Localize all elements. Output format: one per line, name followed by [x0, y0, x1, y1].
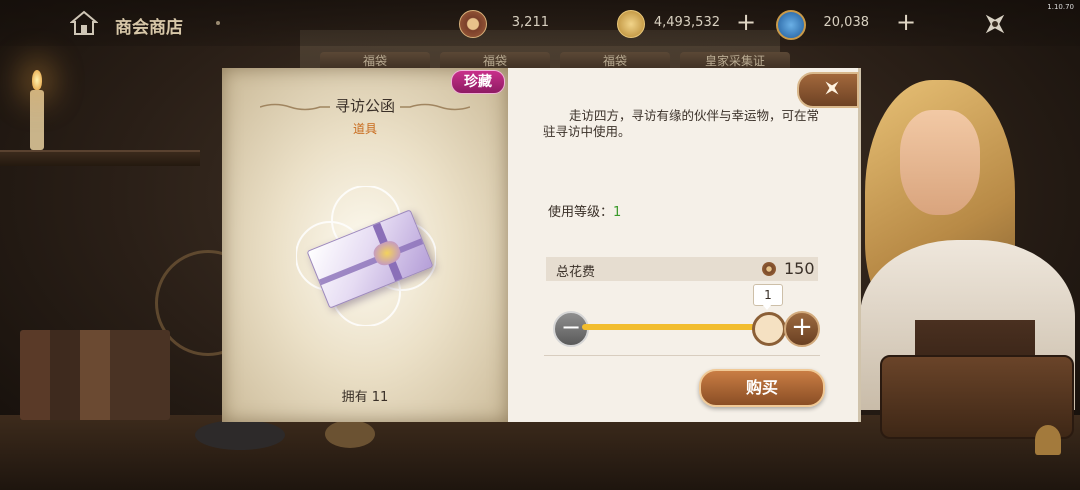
desk-coin	[325, 420, 375, 448]
book-stack	[20, 330, 170, 420]
page-title: 商会商店	[115, 18, 183, 38]
use-level: 使用等级：1	[548, 201, 621, 220]
add-gold-button[interactable]: +	[735, 10, 757, 34]
close-button[interactable]	[797, 72, 859, 108]
total-cost-value: 150	[784, 259, 815, 278]
tooltip-tail	[762, 304, 772, 310]
quantity-slider-handle[interactable]	[752, 312, 786, 346]
add-gem-button[interactable]: +	[895, 10, 917, 34]
item-preview-panel: 珍藏 寻访公函 道具 拥有 11	[222, 68, 508, 422]
use-level-label: 使用等级：	[548, 205, 614, 220]
currency-gold-value: 4,493,532	[653, 15, 720, 30]
total-cost-row: 总花费 150	[546, 257, 818, 281]
candle	[30, 90, 44, 150]
home-icon[interactable]	[70, 10, 98, 36]
divider	[544, 355, 820, 356]
desk-bell	[1035, 425, 1061, 455]
buy-button[interactable]: 购买	[699, 369, 825, 407]
candle-flame	[32, 70, 42, 90]
currency-gem-value: 20,038	[823, 15, 870, 30]
currency-guild-value: 3,211	[511, 15, 549, 30]
compass-star-icon[interactable]	[981, 10, 1009, 38]
item-description: 走访四方，寻访有缘的伙伴与幸运物，可在常驻寻访中使用。	[543, 108, 820, 139]
ribbon-bow	[370, 238, 404, 269]
increase-quantity-button[interactable]: +	[784, 311, 820, 347]
use-level-value: 1	[613, 205, 622, 220]
quantity-tooltip: 1	[753, 284, 783, 306]
item-type: 道具	[352, 122, 377, 136]
quantity-slider[interactable]	[582, 324, 756, 330]
purchase-dialog: 珍藏 寻访公函 道具 拥有 11 走访四方，寻访有缘的伙伴与幸运物，可在常驻寻访…	[222, 68, 861, 422]
guild-coin-icon	[762, 262, 776, 276]
top-bar: 商会商店 3,211 4,493,532 + 20,038 + 1.10.70	[0, 0, 1080, 46]
shelf	[0, 150, 200, 166]
title-dot	[216, 21, 220, 25]
close-icon	[825, 81, 839, 95]
version-label: 1.10.70	[1047, 3, 1074, 11]
total-cost-label: 总花费	[556, 265, 596, 280]
rarity-badge: 珍藏	[451, 70, 505, 94]
item-name: 寻访公函	[334, 97, 395, 115]
character-face	[900, 110, 980, 215]
owned-count: 拥有 11	[341, 390, 389, 405]
lamp-base	[195, 420, 285, 450]
